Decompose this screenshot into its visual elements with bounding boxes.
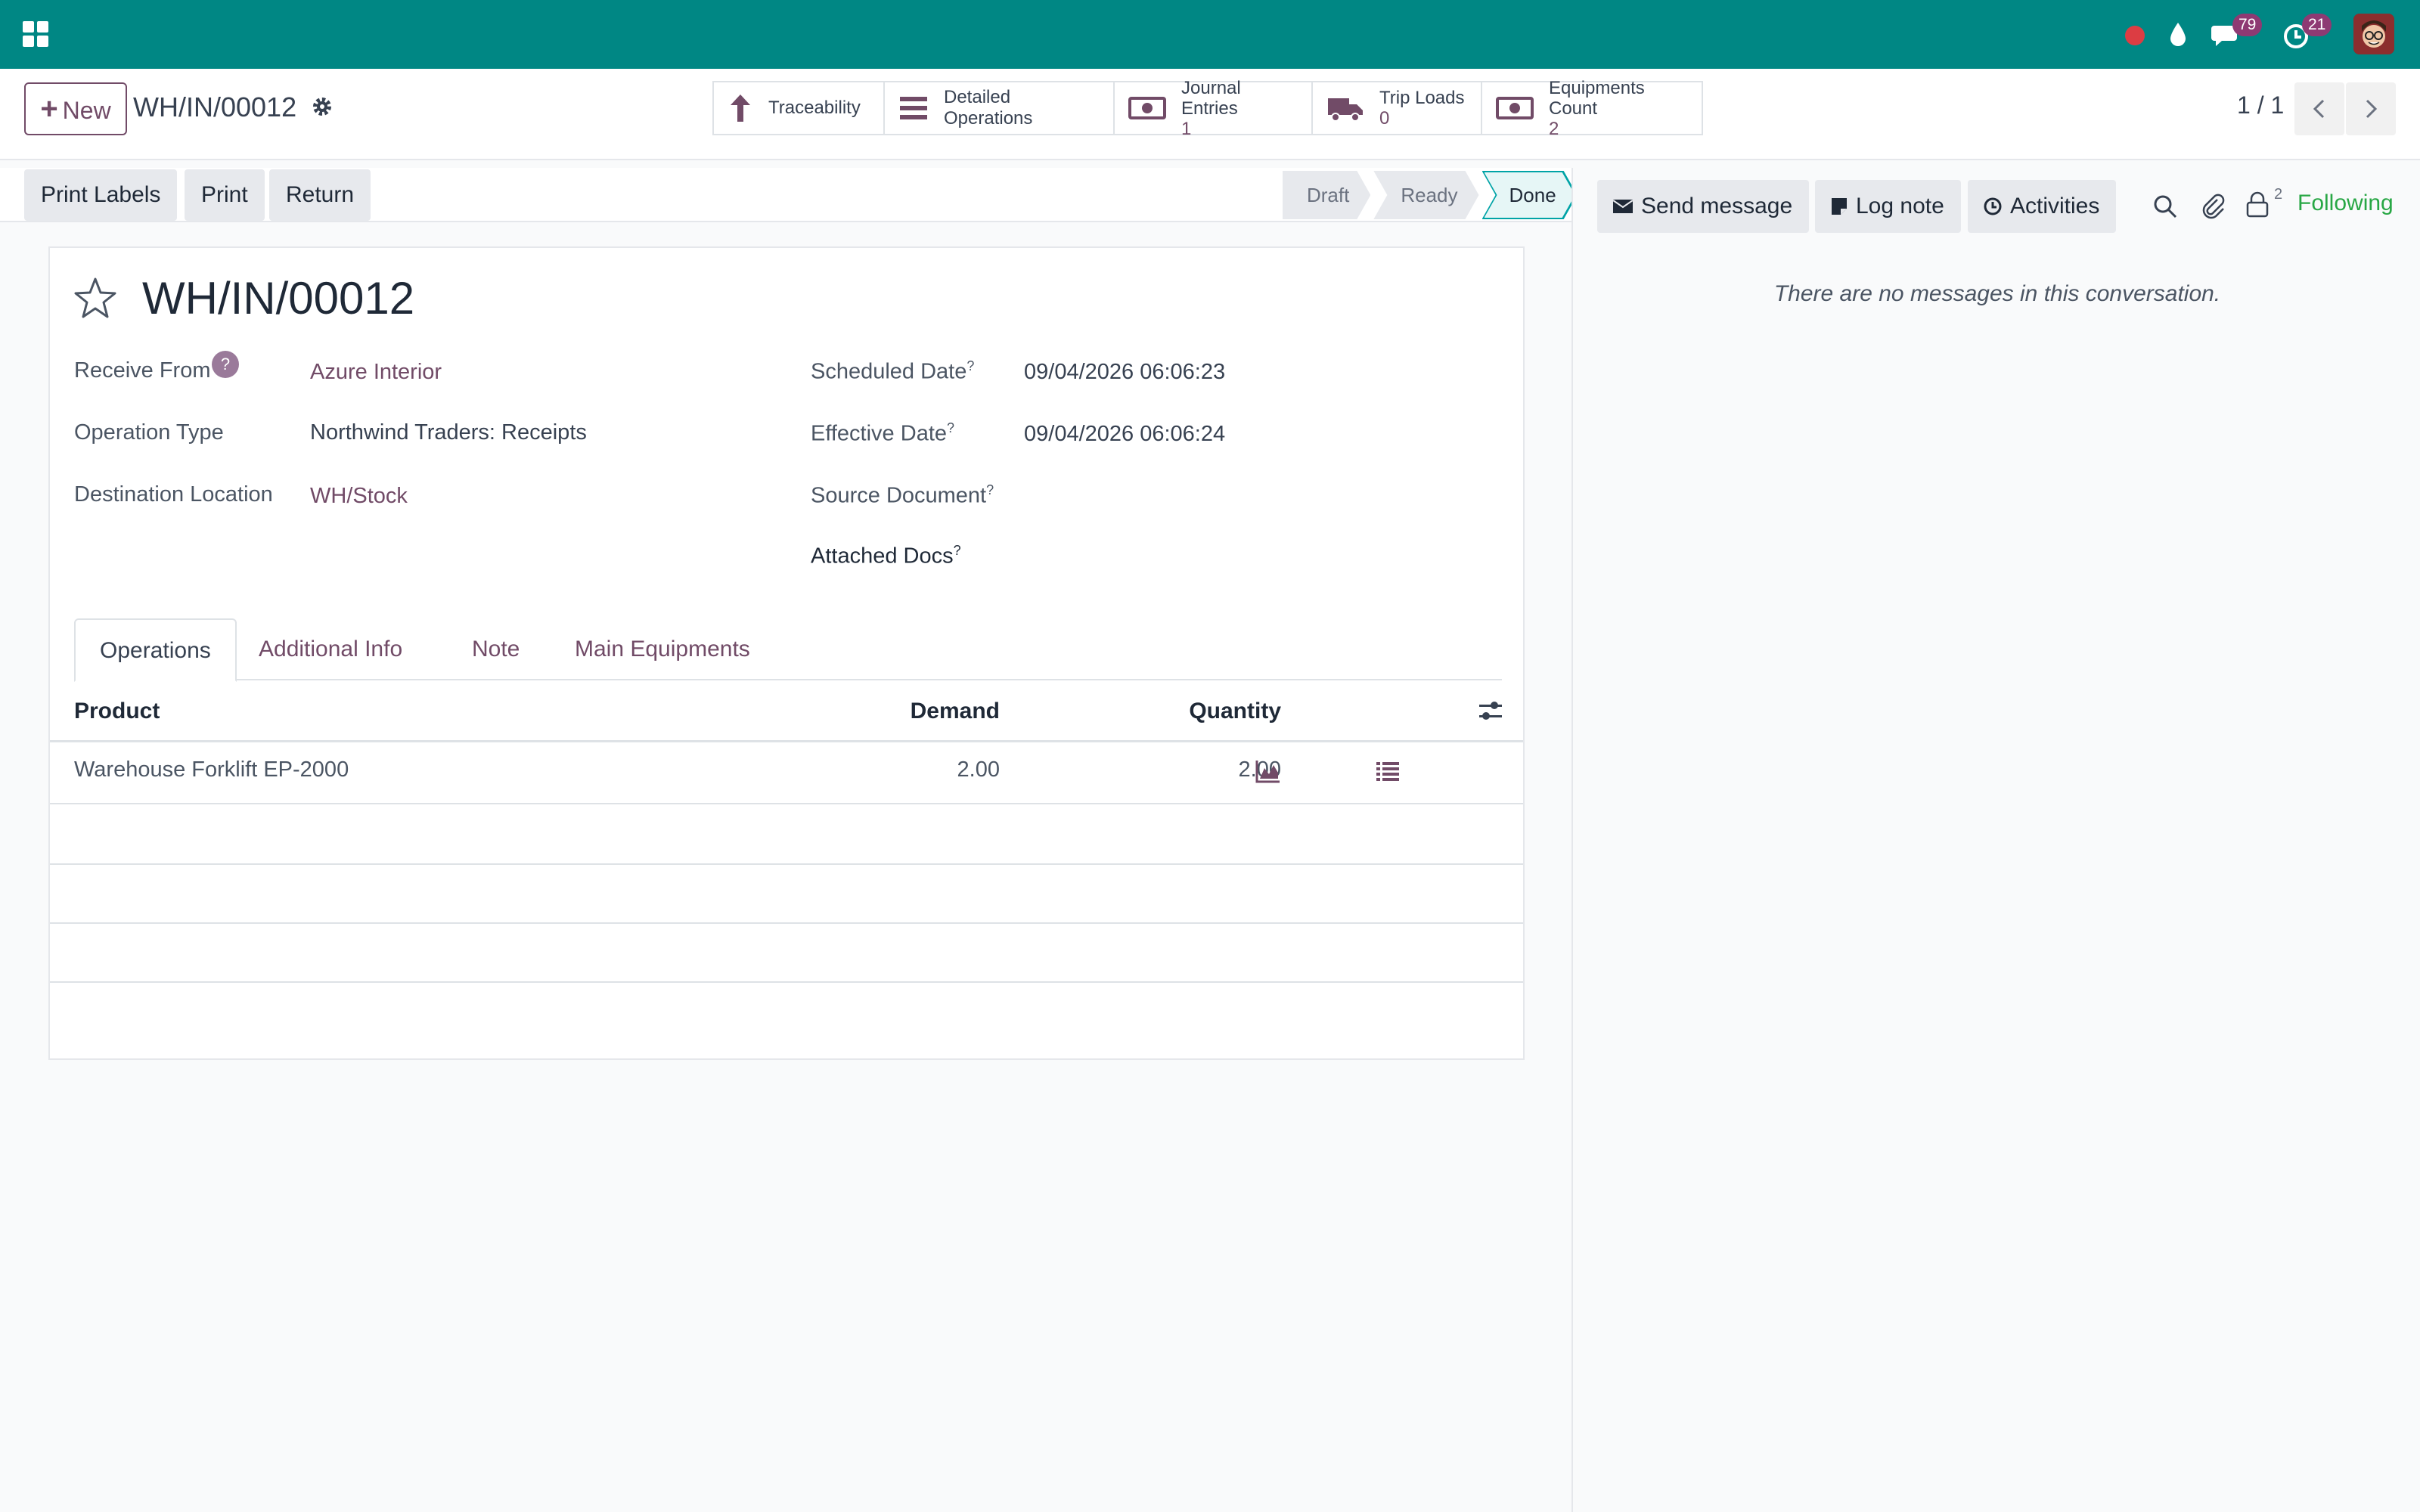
chevron-left-icon: [2313, 99, 2325, 119]
column-quantity[interactable]: Quantity: [1124, 699, 1281, 724]
row-product: Warehouse Forklift EP-2000: [74, 758, 349, 782]
avatar[interactable]: [2353, 14, 2394, 54]
gear-icon[interactable]: [310, 94, 334, 119]
stage-done[interactable]: Done: [1482, 171, 1578, 219]
traceability-button[interactable]: Traceability: [714, 82, 885, 134]
table-row-empty: [50, 865, 1523, 924]
status-stages: Draft Ready Done: [1283, 171, 1581, 219]
tab-operations[interactable]: Operations: [74, 618, 237, 682]
stage-draft[interactable]: Draft: [1283, 171, 1370, 219]
chatter: Send message Log note Activities 2 Follo…: [1571, 168, 2420, 1512]
column-product[interactable]: Product: [74, 699, 160, 724]
record-icon[interactable]: [2125, 26, 2145, 45]
equipments-count-button[interactable]: Equipments Count 2: [1482, 78, 1702, 139]
empty-conversation-text: There are no messages in this conversati…: [1773, 281, 2221, 306]
truck-icon: [1328, 98, 1363, 122]
pager-previous-button[interactable]: [2294, 82, 2344, 135]
statusbar: Print Labels Print Return Draft Ready Do…: [0, 168, 1571, 222]
new-button[interactable]: + New: [24, 82, 127, 135]
activities-badge: 21: [2302, 14, 2332, 36]
chart-icon[interactable]: [1255, 759, 1281, 783]
operation-type-value[interactable]: Northwind Traders: Receipts: [310, 420, 587, 445]
print-labels-button[interactable]: Print Labels: [24, 169, 178, 221]
messages-badge: 79: [2232, 14, 2263, 36]
note-icon: [1832, 198, 1847, 215]
smart-buttons: Traceability Detailed Operations Journal…: [712, 78, 1703, 139]
money-icon: [1128, 97, 1166, 119]
return-button[interactable]: Return: [269, 169, 371, 221]
envelope-icon: [1612, 200, 1634, 213]
tab-note[interactable]: Note: [448, 618, 544, 682]
search-icon[interactable]: [2152, 194, 2178, 219]
pager-value[interactable]: 1 / 1: [2237, 91, 2284, 119]
print-button[interactable]: Print: [185, 169, 265, 221]
list-icon: [900, 97, 927, 119]
form-sheet: WH/IN/00012 Receive From ? Azure Interio…: [48, 246, 1525, 1060]
trip-loads-button[interactable]: Trip Loads 0: [1313, 82, 1482, 134]
effective-date-value[interactable]: 09/04/2026 06:06:24: [1024, 422, 1225, 447]
followers-count: 2: [2274, 186, 2283, 203]
log-note-button[interactable]: Log note: [1815, 180, 1961, 233]
record-title: WH/IN/00012: [142, 273, 415, 324]
clock-icon: [1984, 197, 2002, 215]
receive-from-label: Receive From: [74, 358, 211, 383]
attached-docs-label: Attached Docs?: [811, 543, 961, 569]
destination-value[interactable]: WH/Stock: [310, 484, 408, 509]
operation-type-label: Operation Type: [74, 420, 224, 445]
pager-next-button[interactable]: [2346, 82, 2396, 135]
table-row[interactable]: Warehouse Forklift EP-2000 2.00 2.00: [50, 742, 1523, 804]
receive-from-help[interactable]: ?: [212, 351, 239, 378]
notebook-tabs: Operations Additional Info Note Main Equ…: [74, 618, 1502, 682]
column-demand[interactable]: Demand: [867, 699, 1000, 724]
table-row-empty: [50, 924, 1523, 983]
send-message-button[interactable]: Send message: [1597, 180, 1810, 233]
detailed-operations-button[interactable]: Detailed Operations: [885, 82, 1115, 134]
tab-main-equipments[interactable]: Main Equipments: [551, 618, 774, 682]
detail-list-icon[interactable]: [1375, 761, 1401, 782]
paperclip-icon[interactable]: [2201, 194, 2226, 219]
table-row-empty: [50, 804, 1523, 865]
row-demand: 2.00: [957, 758, 1000, 782]
receive-from-value[interactable]: Azure Interior: [310, 360, 442, 385]
tab-additional-info[interactable]: Additional Info: [234, 618, 427, 682]
chevron-right-icon: [2366, 99, 2378, 119]
effective-date-label: Effective Date?: [811, 420, 955, 446]
stage-ready[interactable]: Ready: [1373, 171, 1478, 219]
activities-button[interactable]: Activities: [1968, 180, 2117, 233]
destination-label: Destination Location: [74, 482, 273, 507]
lock-icon[interactable]: [2245, 191, 2270, 219]
source-document-label: Source Document?: [811, 482, 994, 508]
scheduled-date-value[interactable]: 09/04/2026 06:06:23: [1024, 360, 1225, 385]
following-button[interactable]: Following: [2297, 191, 2394, 216]
scheduled-date-label: Scheduled Date?: [811, 358, 975, 384]
journal-entries-button[interactable]: Journal Entries 1: [1115, 78, 1313, 139]
top-navbar: 79 21: [0, 0, 2420, 69]
optional-columns-icon[interactable]: [1478, 700, 1503, 723]
table-header: Product Demand Quantity: [50, 680, 1523, 742]
arrow-up-icon: [731, 94, 750, 122]
control-panel: + New WH/IN/00012 Traceability Detailed O…: [0, 69, 2420, 160]
breadcrumb[interactable]: WH/IN/00012: [133, 91, 296, 123]
star-icon[interactable]: [73, 275, 118, 321]
apps-icon[interactable]: [23, 21, 48, 47]
money-icon: [1496, 97, 1534, 119]
drop-icon[interactable]: [2161, 18, 2195, 51]
